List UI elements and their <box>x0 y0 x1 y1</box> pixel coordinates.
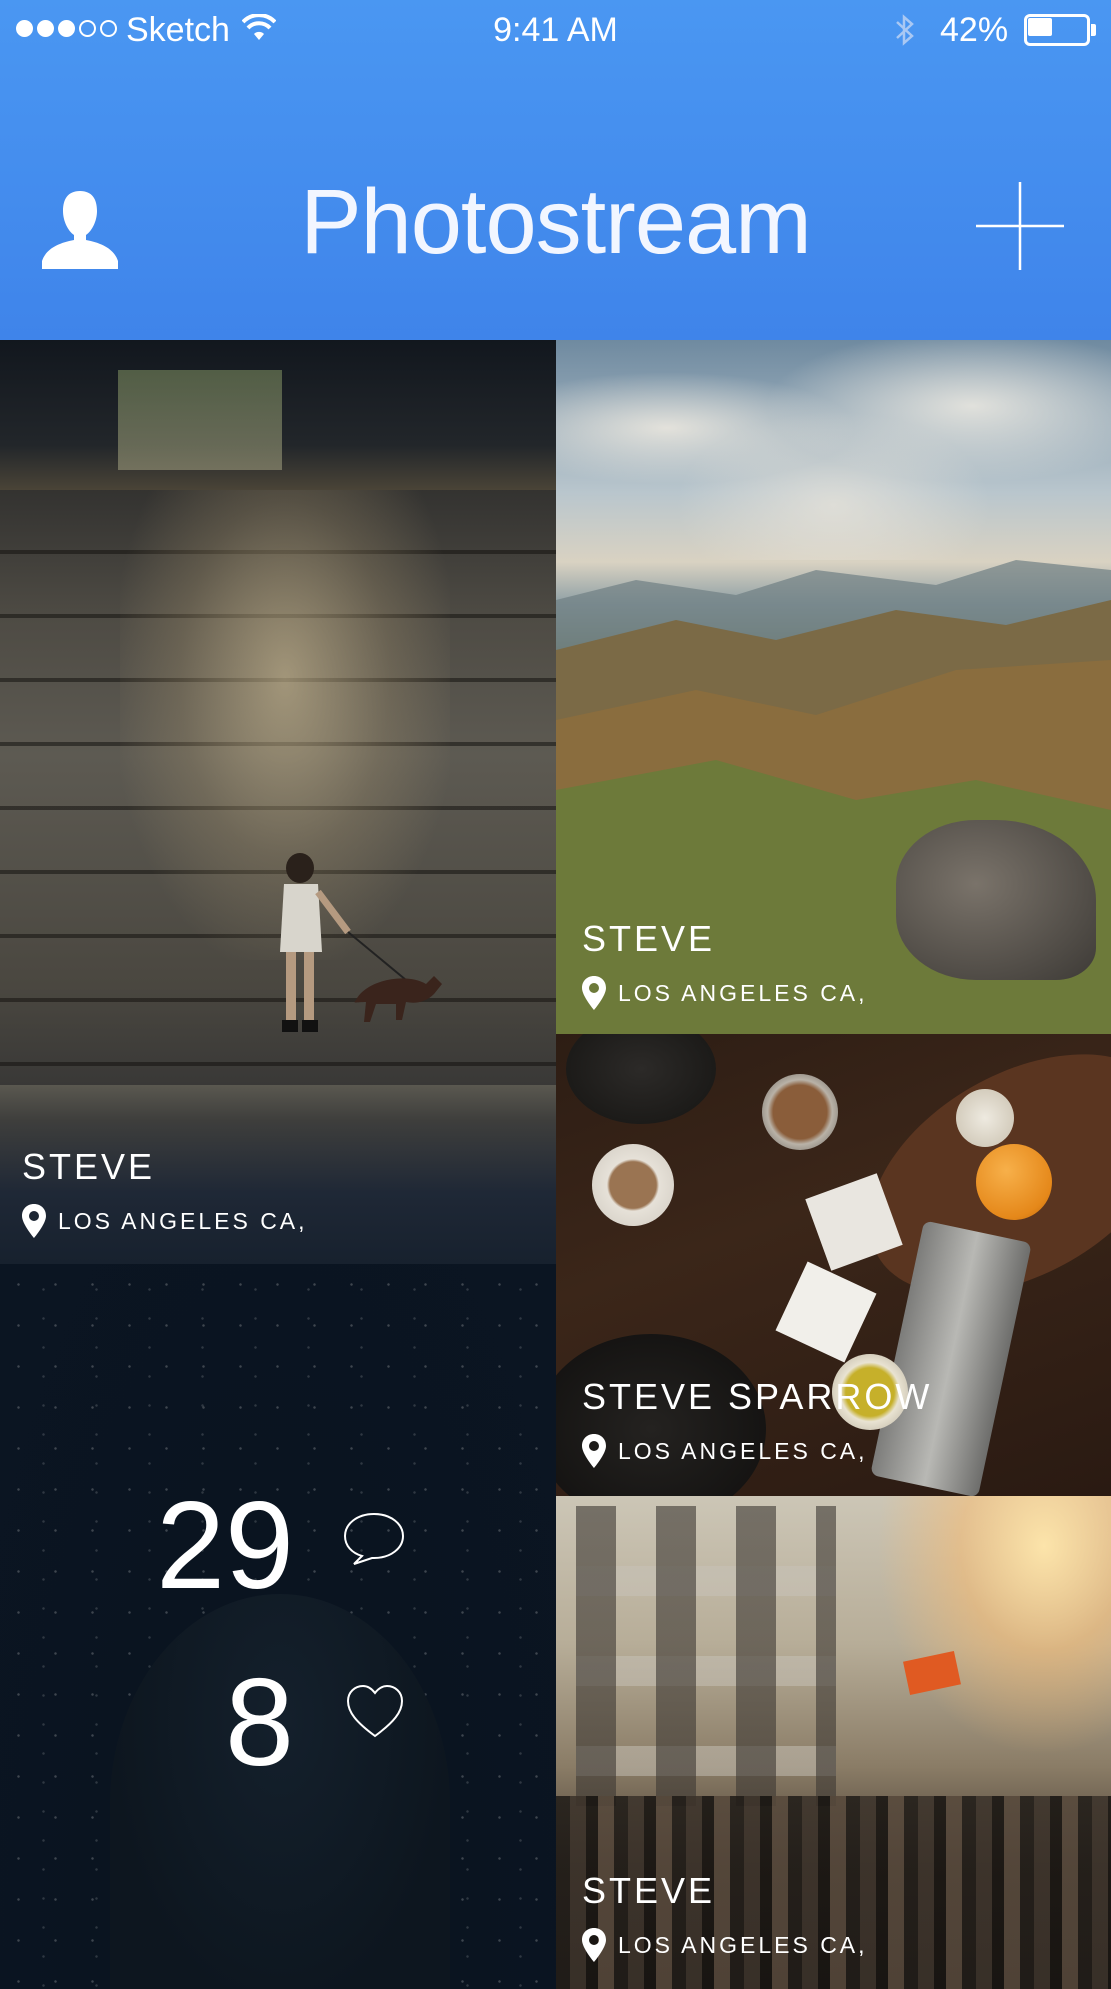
photo-author-name: STEVE <box>582 1870 716 1911</box>
heart-icon[interactable] <box>346 1684 404 1740</box>
photo-location-label: LOS ANGELES CA, <box>58 1207 308 1234</box>
page-title: Photostream <box>300 171 812 273</box>
comments-count: 29 <box>156 1477 294 1615</box>
photo-tile-wall[interactable]: STEVE LOS ANGELES CA, <box>0 340 556 1264</box>
photo-background <box>556 340 1111 560</box>
battery-percent: 42% <box>940 11 1009 49</box>
photo-location-label: LOS ANGELES CA, <box>618 1437 868 1464</box>
woman-with-dog-figure <box>280 853 442 1032</box>
status-bar: Sketch 9:41 AM 42% <box>0 0 1111 60</box>
photo-background <box>775 1261 877 1363</box>
photo-background <box>118 370 282 470</box>
photo-location: LOS ANGELES CA, <box>582 1434 868 1468</box>
location-pin-icon <box>22 1204 46 1238</box>
location-pin-icon <box>582 976 606 1010</box>
speech-bubble-icon[interactable] <box>342 1510 406 1566</box>
photo-tile-food[interactable]: STEVE SPARROW LOS ANGELES CA, <box>556 1034 1111 1496</box>
photo-location-label: LOS ANGELES CA, <box>618 1931 868 1958</box>
likes-count: 8 <box>225 1654 294 1792</box>
photo-background <box>762 1074 838 1150</box>
photo-author-name: STEVE <box>22 1146 156 1187</box>
photo-tile-mountains[interactable]: STEVE LOS ANGELES CA, <box>556 340 1111 1034</box>
photo-background <box>566 1034 716 1124</box>
photo-author-name: STEVE <box>582 918 716 959</box>
bluetooth-icon <box>896 14 914 46</box>
location-pin-icon <box>582 1434 606 1468</box>
photo-background <box>576 1506 836 1806</box>
photo-location: LOS ANGELES CA, <box>22 1204 308 1238</box>
stats-tile: 29 8 <box>0 1264 556 1989</box>
photo-location: LOS ANGELES CA, <box>582 1928 868 1962</box>
photo-background <box>976 1144 1052 1220</box>
photo-location: LOS ANGELES CA, <box>582 976 868 1010</box>
photo-background <box>876 1496 1111 1756</box>
location-pin-icon <box>582 1928 606 1962</box>
battery-icon <box>1024 14 1096 46</box>
add-icon[interactable] <box>976 182 1064 270</box>
photo-tile-street[interactable]: STEVE LOS ANGELES CA, <box>556 1496 1111 1989</box>
photo-background <box>896 820 1096 980</box>
photo-author-name: STEVE SPARROW <box>582 1376 933 1417</box>
photo-background <box>592 1144 674 1226</box>
photo-background <box>956 1089 1014 1147</box>
header-bar: Sketch 9:41 AM 42% Photostream <box>0 0 1111 340</box>
photo-location-label: LOS ANGELES CA, <box>618 979 868 1006</box>
